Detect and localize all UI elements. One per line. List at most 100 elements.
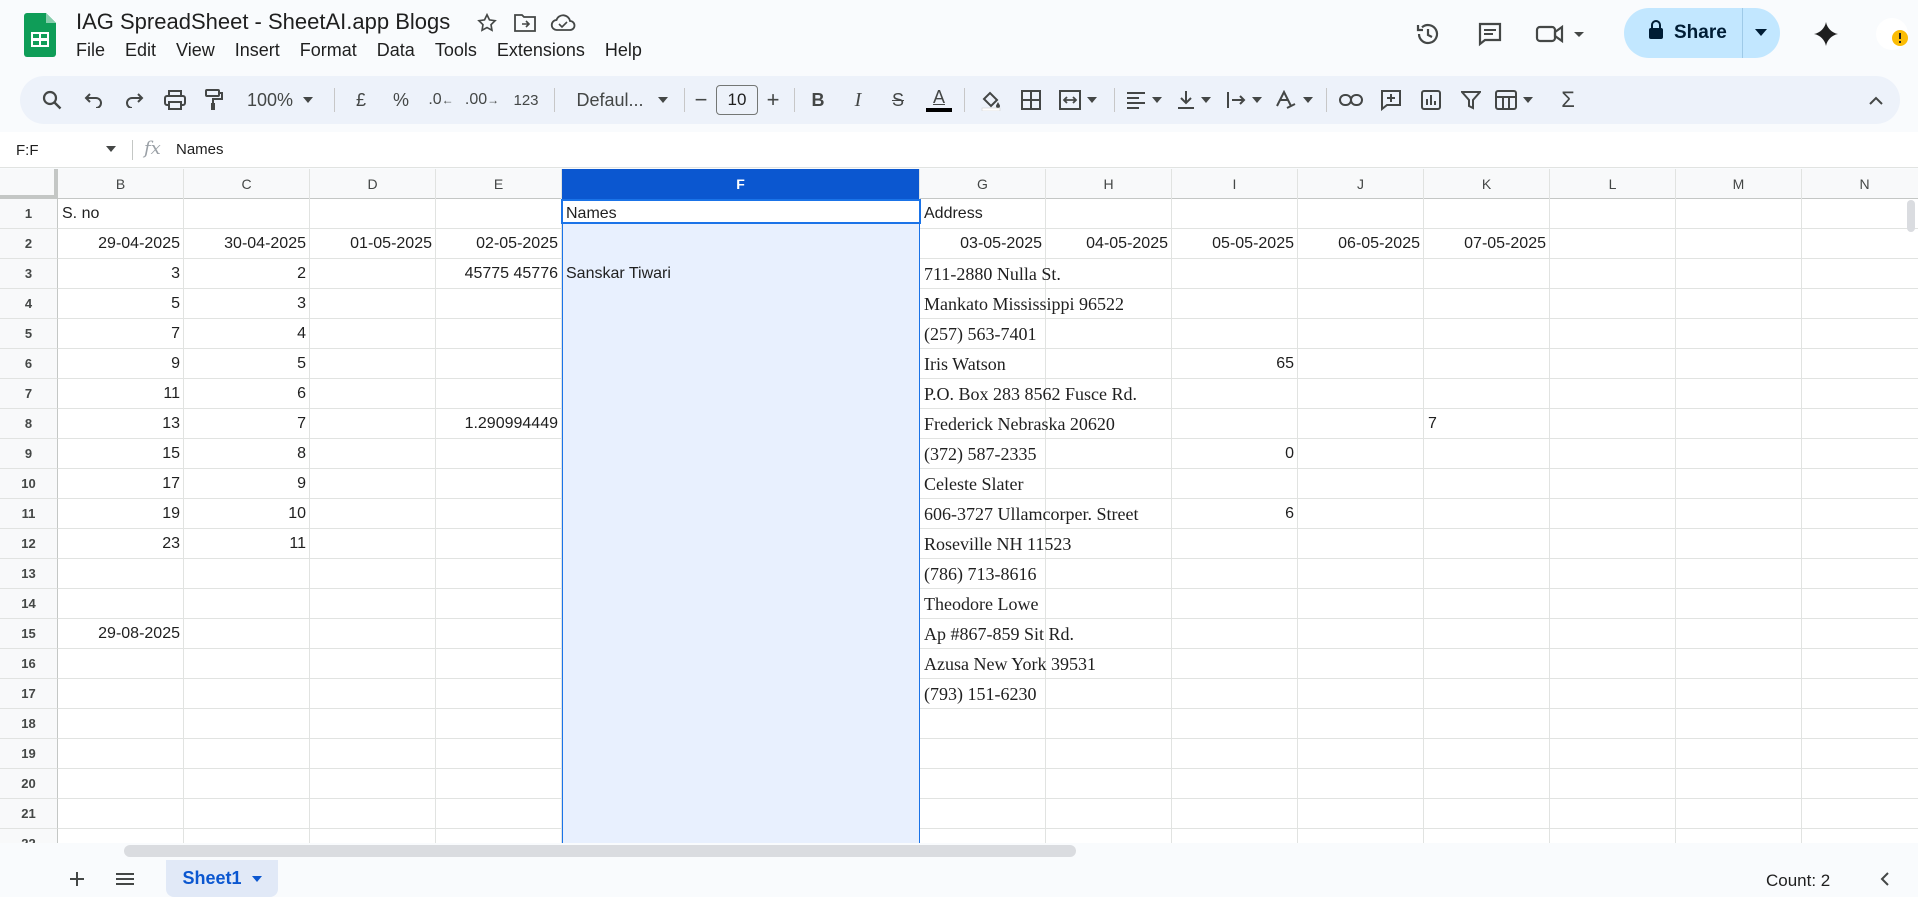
row-header-13[interactable]: 13	[0, 559, 58, 589]
row-header-17[interactable]: 17	[0, 679, 58, 709]
increase-decimal-button[interactable]: .00 →	[462, 76, 502, 124]
cell-g4[interactable]: Mankato Mississippi 96522	[920, 292, 1128, 316]
cell-e8[interactable]: 1.290994449	[436, 412, 562, 436]
cell-d2[interactable]: 01-05-2025	[310, 232, 436, 256]
account-avatar[interactable]	[1868, 14, 1916, 54]
cell-b3[interactable]: 3	[58, 262, 184, 286]
row-header-8[interactable]: 8	[0, 409, 58, 439]
vertical-scrollbar[interactable]	[1907, 200, 1915, 232]
cell-b7[interactable]: 11	[58, 382, 184, 406]
column-header-l[interactable]: L	[1550, 169, 1676, 199]
share-dropdown-button[interactable]	[1743, 8, 1779, 58]
insert-link-icon[interactable]	[1334, 76, 1368, 124]
row-header-7[interactable]: 7	[0, 379, 58, 409]
cell-c5[interactable]: 4	[184, 322, 310, 346]
column-header-b[interactable]: B	[58, 169, 184, 199]
cell-b8[interactable]: 13	[58, 412, 184, 436]
column-header-f[interactable]: F	[562, 169, 920, 199]
text-rotation-icon[interactable]	[1270, 76, 1318, 124]
cell-i9[interactable]: 0	[1172, 442, 1298, 466]
strikethrough-button[interactable]: S	[882, 76, 914, 124]
cell-g16[interactable]: Azusa New York 39531	[920, 652, 1100, 676]
cell-c3[interactable]: 2	[184, 262, 310, 286]
cell-g8[interactable]: Frederick Nebraska 20620	[920, 412, 1119, 436]
format-percent-button[interactable]: %	[386, 76, 416, 124]
cell-g9[interactable]: (372) 587-2335	[920, 442, 1040, 466]
column-header-d[interactable]: D	[310, 169, 436, 199]
cell-f3[interactable]: Sanskar Tiwari	[562, 262, 675, 286]
cell-f1[interactable]: Names	[562, 202, 621, 226]
cell-b4[interactable]: 5	[58, 292, 184, 316]
fill-color-icon[interactable]	[974, 76, 1008, 124]
italic-button[interactable]: I	[842, 76, 874, 124]
menu-view[interactable]: View	[166, 38, 225, 63]
cell-i11[interactable]: 6	[1172, 502, 1298, 526]
column-header-e[interactable]: E	[436, 169, 562, 199]
collapse-toolbar-icon[interactable]	[1862, 76, 1890, 124]
cell-g3[interactable]: 711-2880 Nulla St.	[920, 262, 1065, 286]
font-family-select[interactable]: Defaul...	[566, 76, 678, 124]
more-formats-button[interactable]: 123	[506, 76, 546, 124]
insert-chart-icon[interactable]	[1414, 76, 1448, 124]
functions-sigma-icon[interactable]: Σ	[1552, 76, 1584, 124]
cell-g15[interactable]: Ap #867-859 Sit Rd.	[920, 622, 1078, 646]
row-header-14[interactable]: 14	[0, 589, 58, 619]
format-currency-button[interactable]: £	[346, 76, 376, 124]
cell-g5[interactable]: (257) 563-7401	[920, 322, 1040, 346]
cell-g11[interactable]: 606-3727 Ullamcorper. Street	[920, 502, 1142, 526]
row-header-16[interactable]: 16	[0, 649, 58, 679]
horizontal-align-icon[interactable]	[1120, 76, 1168, 124]
zoom-select[interactable]: 100%	[238, 76, 322, 124]
cloud-saved-icon[interactable]	[550, 10, 576, 36]
column-header-k[interactable]: K	[1424, 169, 1550, 199]
cell-b1[interactable]: S. no	[58, 202, 103, 226]
cell-b10[interactable]: 17	[58, 472, 184, 496]
row-header-9[interactable]: 9	[0, 439, 58, 469]
search-menus-icon[interactable]	[34, 76, 70, 124]
cell-j2[interactable]: 06-05-2025	[1298, 232, 1424, 256]
cell-c12[interactable]: 11	[184, 532, 310, 556]
cell-c6[interactable]: 5	[184, 352, 310, 376]
text-wrapping-icon[interactable]	[1220, 76, 1268, 124]
column-header-c[interactable]: C	[184, 169, 310, 199]
cell-g10[interactable]: Celeste Slater	[920, 472, 1027, 496]
cell-b11[interactable]: 19	[58, 502, 184, 526]
row-header-10[interactable]: 10	[0, 469, 58, 499]
column-header-m[interactable]: M	[1676, 169, 1802, 199]
add-sheet-icon[interactable]	[62, 864, 92, 894]
row-header-11[interactable]: 11	[0, 499, 58, 529]
menu-edit[interactable]: Edit	[115, 38, 166, 63]
row-header-5[interactable]: 5	[0, 319, 58, 349]
move-folder-icon[interactable]	[512, 10, 538, 36]
vertical-align-icon[interactable]	[1170, 76, 1218, 124]
row-header-20[interactable]: 20	[0, 769, 58, 799]
row-header-19[interactable]: 19	[0, 739, 58, 769]
column-header-g[interactable]: G	[920, 169, 1046, 199]
star-icon[interactable]	[474, 10, 500, 36]
select-all-corner[interactable]	[0, 169, 58, 199]
borders-icon[interactable]	[1014, 76, 1048, 124]
menu-extensions[interactable]: Extensions	[487, 38, 595, 63]
menu-file[interactable]: File	[66, 38, 115, 63]
redo-icon[interactable]	[118, 76, 150, 124]
text-color-button[interactable]: A	[922, 76, 956, 124]
column-header-h[interactable]: H	[1046, 169, 1172, 199]
cell-c7[interactable]: 6	[184, 382, 310, 406]
merge-cells-icon[interactable]	[1054, 76, 1102, 124]
share-button[interactable]: Share	[1624, 8, 1742, 58]
bold-button[interactable]: B	[802, 76, 834, 124]
cell-c9[interactable]: 8	[184, 442, 310, 466]
cell-g7[interactable]: P.O. Box 283 8562 Fusce Rd.	[920, 382, 1141, 406]
cell-h2[interactable]: 04-05-2025	[1046, 232, 1172, 256]
font-size-input[interactable]: 10	[716, 85, 758, 115]
cell-b6[interactable]: 9	[58, 352, 184, 376]
cell-c11[interactable]: 10	[184, 502, 310, 526]
cell-c2[interactable]: 30-04-2025	[184, 232, 310, 256]
row-header-6[interactable]: 6	[0, 349, 58, 379]
row-header-18[interactable]: 18	[0, 709, 58, 739]
row-header-1[interactable]: 1	[0, 199, 58, 229]
version-history-icon[interactable]	[1408, 14, 1448, 54]
gemini-sparkle-icon[interactable]	[1806, 14, 1846, 54]
cell-c10[interactable]: 9	[184, 472, 310, 496]
cell-b5[interactable]: 7	[58, 322, 184, 346]
